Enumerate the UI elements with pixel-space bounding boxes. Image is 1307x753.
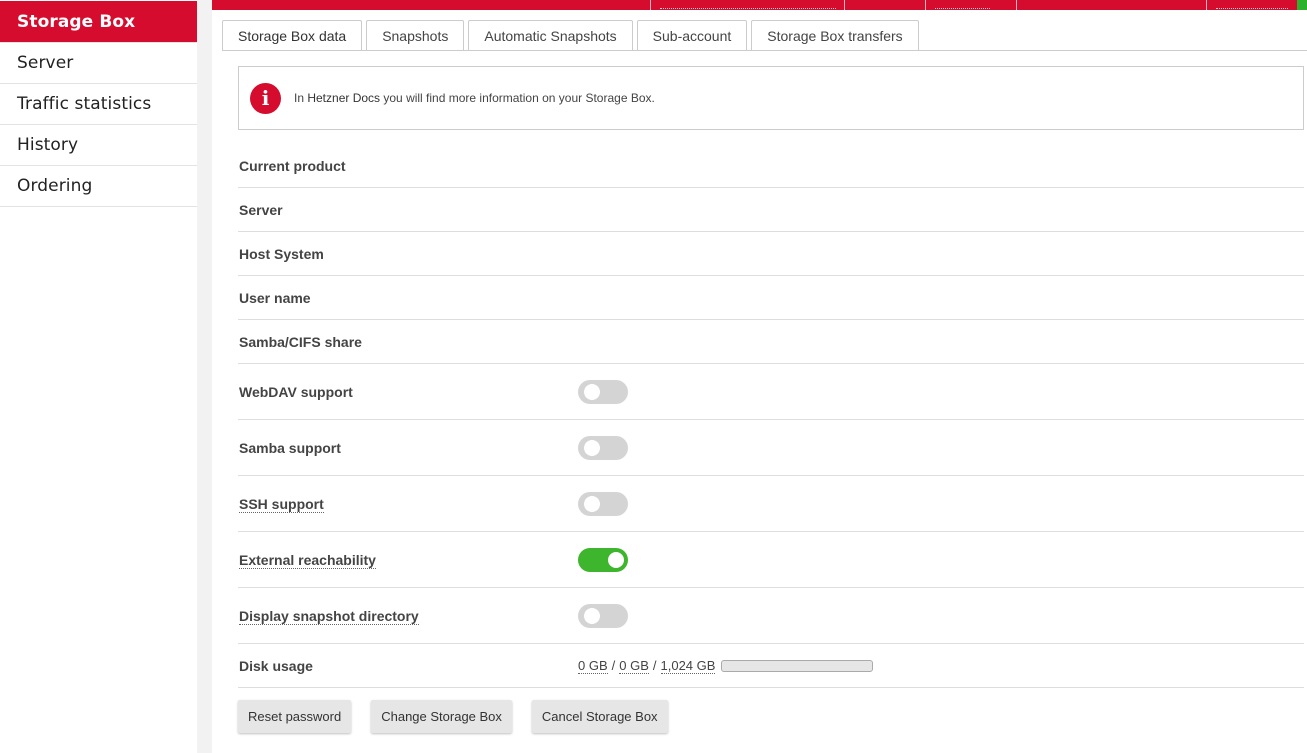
toggle-knob: [584, 439, 600, 456]
header-divider: [1206, 0, 1207, 10]
top-header-strip: [212, 0, 1307, 10]
webdav-toggle[interactable]: [578, 379, 628, 404]
cancel-storage-box-button[interactable]: Cancel Storage Box: [531, 700, 668, 733]
tab-storage-box-transfers[interactable]: Storage Box transfers: [751, 20, 919, 50]
row-webdav: WebDAV support: [238, 364, 1304, 420]
header-tab-underline: [935, 8, 990, 9]
sidebar: Storage Box Server Traffic statistics Hi…: [0, 0, 197, 753]
label-user-name: User name: [239, 289, 311, 306]
sidebar-item-traffic-statistics[interactable]: Traffic statistics: [0, 84, 197, 125]
tab-bar: Storage Box data Snapshots Automatic Sna…: [222, 20, 919, 60]
header-tab-underline: [1216, 8, 1288, 9]
label-external-reachability: External reachability: [238, 551, 578, 569]
label-ssh: SSH support: [238, 495, 578, 513]
row-user-name: User name: [238, 276, 1304, 320]
toggle-knob: [584, 383, 600, 400]
change-storage-box-button[interactable]: Change Storage Box: [371, 700, 512, 733]
ssh-toggle[interactable]: [578, 491, 628, 516]
snapshot-directory-toggle[interactable]: [578, 603, 628, 628]
row-samba: Samba support: [238, 420, 1304, 476]
toggle-knob: [608, 551, 624, 568]
label-snapshot-directory: Display snapshot directory: [238, 607, 578, 625]
label-host-system: Host System: [239, 245, 324, 262]
storage-box-details: Current product Server Host System User …: [238, 144, 1304, 688]
info-text: In Hetzner Docs you will find more infor…: [294, 91, 655, 105]
header-divider: [844, 0, 845, 10]
samba-toggle[interactable]: [578, 435, 628, 460]
sidebar-item-server[interactable]: Server: [0, 43, 197, 84]
sidebar-item-history[interactable]: History: [0, 125, 197, 166]
row-server: Server: [238, 188, 1304, 232]
label-disk-usage: Disk usage: [239, 657, 313, 674]
tab-divider: [222, 50, 1307, 51]
reset-password-button[interactable]: Reset password: [238, 700, 352, 733]
sidebar-item-ordering[interactable]: Ordering: [0, 166, 197, 207]
label-samba-share: Samba/CIFS share: [239, 333, 362, 350]
info-suffix: you will find more information on your S…: [380, 91, 655, 105]
row-ssh: SSH support: [238, 476, 1304, 532]
row-external-reachability: External reachability: [238, 532, 1304, 588]
label-webdav: WebDAV support: [239, 383, 353, 400]
row-host-system: Host System: [238, 232, 1304, 276]
row-disk-usage: Disk usage 0 GB / 0 GB / 1,024 GB: [238, 644, 1304, 688]
header-divider: [650, 0, 651, 10]
row-snapshot-directory: Display snapshot directory: [238, 588, 1304, 644]
header-divider: [1016, 0, 1017, 10]
disk-used: 0 GB: [578, 657, 608, 674]
label-server: Server: [239, 201, 283, 218]
external-reachability-toggle[interactable]: [578, 547, 628, 572]
disk-snapshots: 0 GB: [619, 657, 649, 674]
header-divider: [925, 0, 926, 10]
toggle-knob: [584, 607, 600, 624]
disk-usage-bar: [721, 659, 874, 672]
disk-usage-value: 0 GB / 0 GB / 1,024 GB: [578, 657, 874, 674]
status-indicator: [1297, 0, 1307, 10]
ssh-label-text: SSH support: [239, 495, 324, 513]
disk-separator: /: [611, 658, 616, 673]
label-current-product: Current product: [239, 157, 346, 174]
hetzner-docs-link[interactable]: Hetzner Docs: [307, 91, 380, 105]
disk-total: 1,024 GB: [660, 657, 716, 674]
header-tab-underline: [660, 8, 836, 9]
row-samba-share: Samba/CIFS share: [238, 320, 1304, 364]
tab-automatic-snapshots[interactable]: Automatic Snapshots: [468, 20, 633, 50]
sidebar-item-storage-box[interactable]: Storage Box: [0, 1, 197, 43]
tab-storage-box-data[interactable]: Storage Box data: [222, 20, 363, 51]
info-notice: i In Hetzner Docs you will find more inf…: [238, 66, 1304, 130]
external-label-text: External reachability: [239, 551, 376, 569]
label-samba: Samba support: [239, 439, 341, 456]
action-buttons: Reset password Change Storage Box Cancel…: [238, 700, 668, 733]
snapshot-dir-label-text: Display snapshot directory: [239, 607, 419, 625]
main-panel: Storage Box data Snapshots Automatic Sna…: [212, 10, 1307, 753]
tab-snapshots[interactable]: Snapshots: [366, 20, 465, 50]
info-prefix: In: [294, 91, 308, 105]
tab-sub-account[interactable]: Sub-account: [636, 20, 748, 50]
info-icon: i: [250, 82, 281, 114]
disk-separator: /: [652, 658, 657, 673]
row-current-product: Current product: [238, 144, 1304, 188]
toggle-knob: [584, 495, 600, 512]
